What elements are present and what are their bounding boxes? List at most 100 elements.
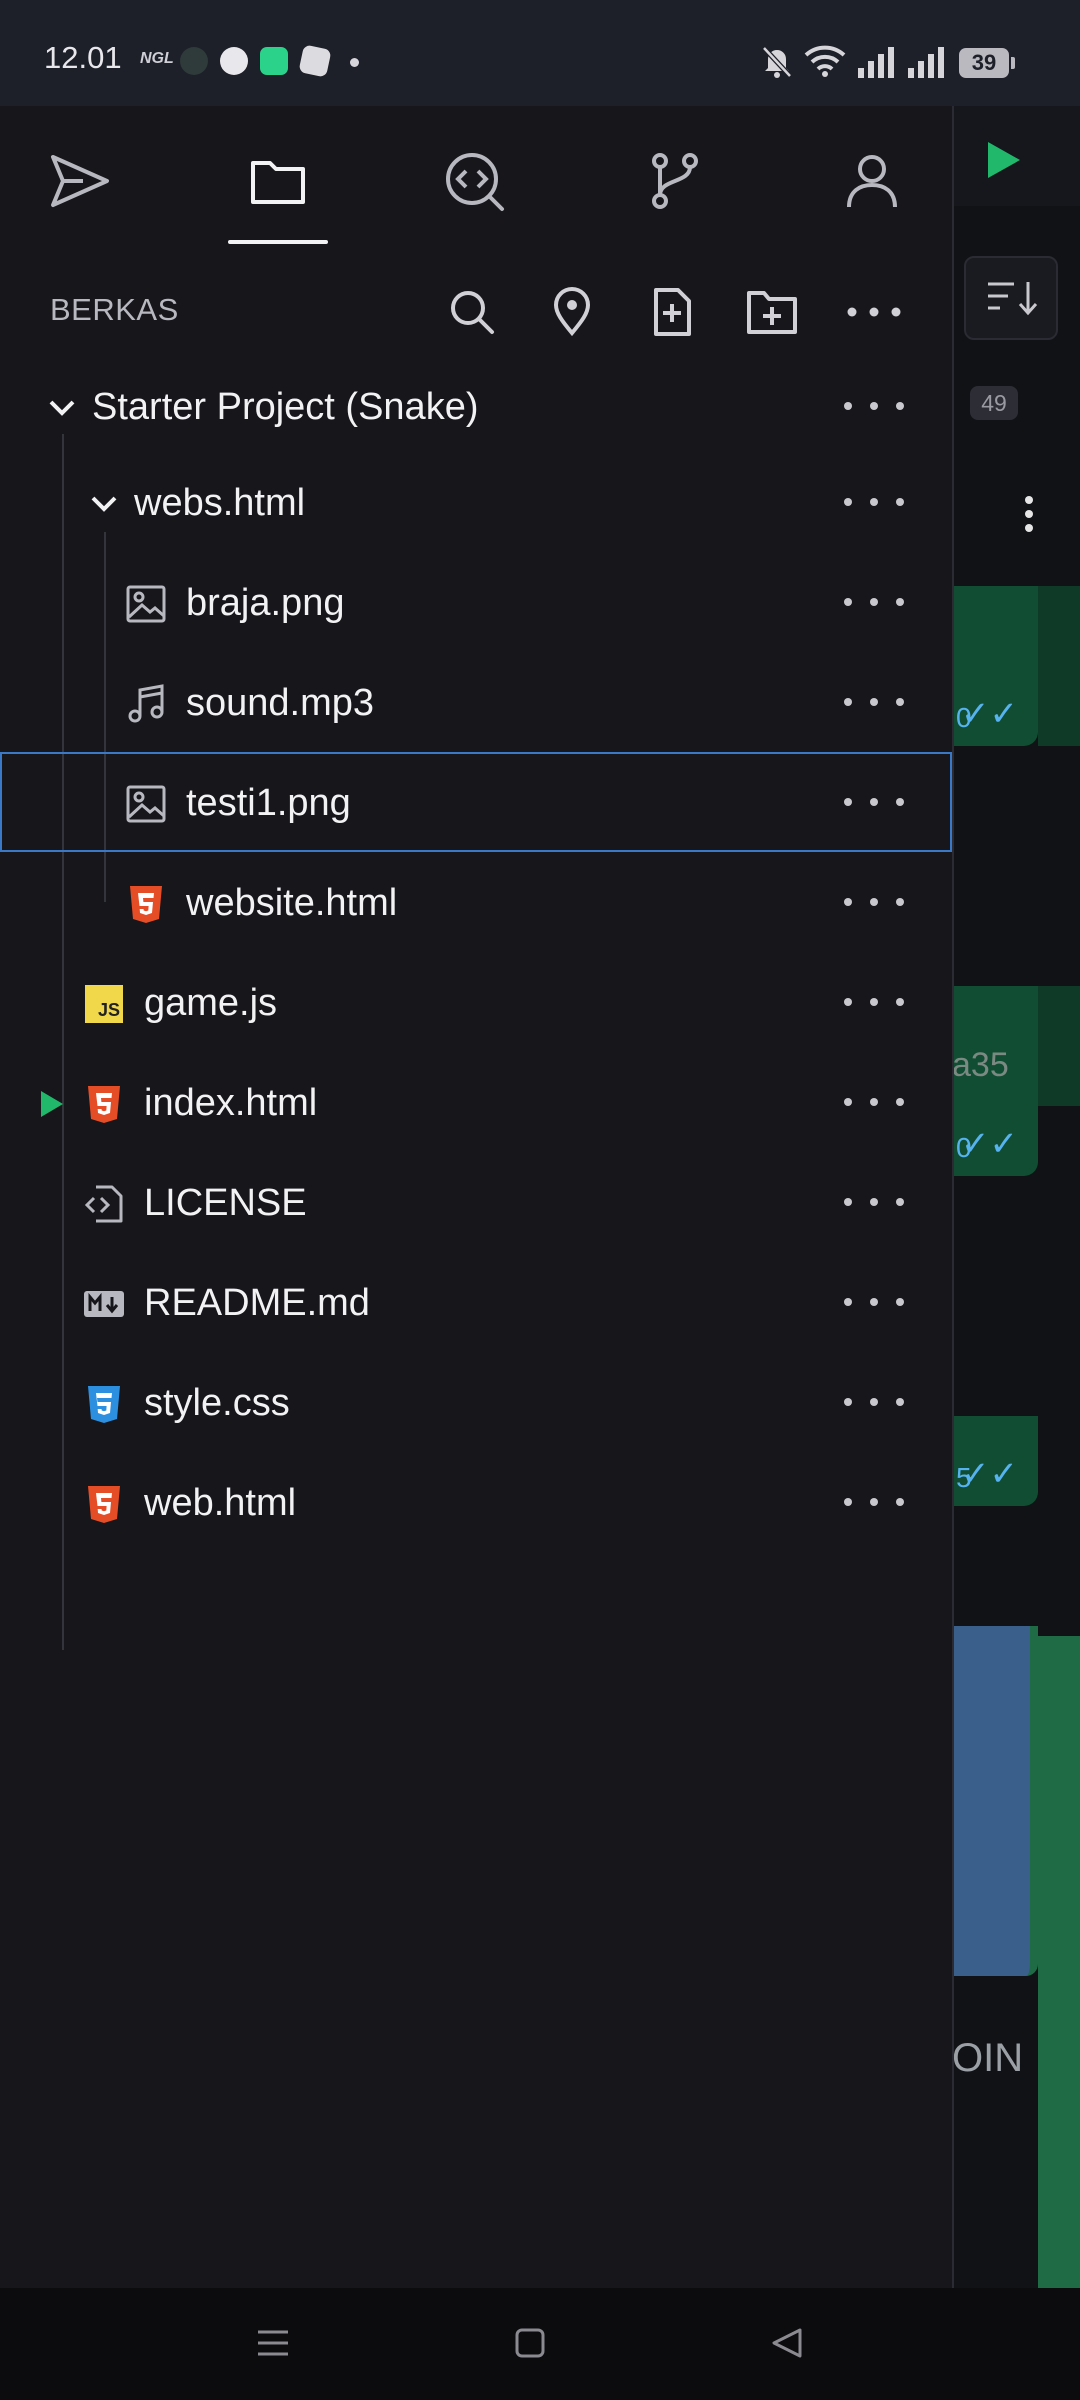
tab-account[interactable] [812,126,932,236]
git-branch-icon [652,153,698,209]
tree-item-label: game.js [144,982,278,1024]
search-files-button[interactable] [444,284,500,340]
tree-item-file[interactable]: LICENSE [0,1152,952,1252]
home-square-icon [515,2328,545,2358]
green-app-icon [260,47,288,75]
chat-bubble-edge [1038,586,1080,746]
more-vertical-icon [1025,496,1033,538]
back-button[interactable] [762,2318,812,2368]
more-icon[interactable] [844,386,904,426]
tree-item-label: testi1.png [186,782,351,824]
more-icon[interactable] [844,1082,904,1122]
tree-item-folder[interactable]: webs.html [0,452,952,552]
tree-item-file[interactable]: JS game.js [0,952,952,1052]
new-folder-button[interactable] [744,284,800,340]
recent-apps-button[interactable] [248,2318,298,2368]
chat-bubble: 0 ✓✓ [952,586,1038,746]
bubble-text: a35 [952,1046,1009,1084]
chat-bubble-edge [1038,986,1080,1106]
location-pin-icon [553,287,591,337]
locate-file-button[interactable] [544,284,600,340]
new-file-icon [654,288,691,336]
html5-icon [82,1482,126,1526]
tree-item-file[interactable]: sound.mp3 [0,652,952,752]
chevron-down-icon[interactable] [82,482,126,526]
music-file-icon [124,682,168,726]
files-more-button[interactable] [844,284,904,340]
dot-icon [350,58,359,67]
chat-bubble: 5 ✓✓ [952,1416,1038,1506]
green-bar [1038,1636,1080,2288]
status-bar: 12.01 NGL 39 [0,0,1080,106]
nfc-app-icon [180,47,208,75]
menu-icon [258,2330,288,2356]
chevron-down-icon[interactable] [40,386,84,430]
tree-item-label: web.html [144,1482,297,1524]
javascript-icon: JS [82,982,126,1026]
tree-item-label: style.css [144,1382,290,1424]
tab-send[interactable] [20,126,140,236]
roblox-icon [298,44,332,78]
more-icon[interactable] [844,1182,904,1222]
more-icon[interactable] [844,682,904,722]
search-code-icon [446,153,504,211]
tree-item-file[interactable]: website.html [0,852,952,952]
html5-icon [82,1082,126,1126]
tree-item-file[interactable]: style.css [0,1352,952,1452]
more-icon[interactable] [844,482,904,522]
home-button[interactable] [505,2318,555,2368]
tab-files[interactable] [218,126,338,236]
more-icon[interactable] [844,782,904,822]
sort-icon [988,282,1038,316]
tree-item-root-folder[interactable]: Starter Project (Snake) [0,356,952,456]
navigation-bar [0,2288,1080,2400]
chat-app-icon [220,47,248,75]
mute-icon [762,46,792,78]
file-drawer: BERKAS Starter Project (Snake) webs.html… [0,106,954,2288]
image-file-icon [124,582,168,626]
battery-indicator: 39 [959,48,1015,78]
tree-item-file[interactable]: README.md [0,1252,952,1352]
tree-item-file[interactable]: braja.png [0,552,952,652]
user-icon [847,155,897,208]
background-app-toolbar [952,106,1080,206]
tree-item-label: LICENSE [144,1182,307,1224]
double-check-icon: ✓✓ [961,1125,1018,1163]
more-icon[interactable] [844,982,904,1022]
active-tab-indicator [228,240,328,244]
bubble-text: OIN [952,2036,1024,2080]
tree-item-label: sound.mp3 [186,682,375,724]
signal-icon [908,47,944,78]
more-icon[interactable] [844,582,904,622]
new-file-button[interactable] [644,284,700,340]
tree-item-label: README.md [144,1282,370,1324]
search-icon [451,291,494,334]
tree-item-file-selected[interactable]: testi1.png [0,752,952,852]
tree-item-file[interactable]: web.html [0,1452,952,1552]
ngl-app-icon: NGL [140,50,174,67]
more-icon[interactable] [844,1282,904,1322]
more-icon[interactable] [844,1382,904,1422]
wifi-icon [804,45,846,77]
new-folder-icon [747,291,797,334]
tab-code-search[interactable] [414,126,534,236]
more-icon[interactable] [844,882,904,922]
more-icon[interactable] [844,1482,904,1522]
tab-git[interactable] [614,126,734,236]
count-badge: 49 [970,386,1018,420]
tree-item-label: webs.html [134,482,306,524]
sort-button [964,256,1058,340]
run-indicator-icon [30,1082,74,1126]
send-icon [51,155,109,207]
chat-bubble: a35 0 ✓✓ [952,986,1038,1176]
image-message [952,1626,1038,1976]
css3-icon [82,1382,126,1426]
js-badge: JS [85,985,123,1023]
more-icon [847,307,901,317]
markdown-icon [82,1282,126,1326]
tree-item-file[interactable]: index.html [0,1052,952,1152]
image-file-icon [124,782,168,826]
files-header: BERKAS [0,262,952,358]
html5-icon [124,882,168,926]
tree-item-label: Starter Project (Snake) [92,386,479,428]
